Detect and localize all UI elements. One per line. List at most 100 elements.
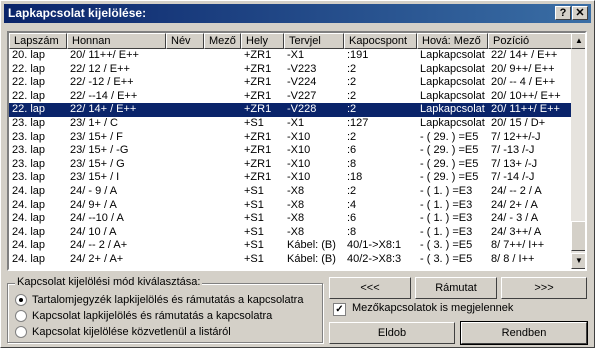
cell-kapocspont: :18	[347, 171, 363, 184]
field-connections-label: Mezőkapcsolatok is megjelennek	[352, 302, 514, 314]
cell-hova-mezo: - ( 29. ) =E5	[420, 171, 479, 184]
eldob-button[interactable]: Eldob	[329, 322, 455, 344]
cell-pozicio: 8/ 7++/ I++	[491, 239, 545, 252]
radio-button[interactable]	[15, 310, 27, 322]
cell-lapszam: 23. lap	[12, 116, 46, 129]
table-row[interactable]: 23. lap 23/ 1+ / C +S1 -X1:127 Lapkapcsolat 2…	[9, 117, 571, 131]
cell-hova-mezo: Lapkapcsolat	[420, 89, 485, 102]
cell-honnan: 23/ 15+ / F	[70, 130, 123, 143]
cell-kapocspont: :2	[347, 89, 357, 102]
column-header-pozicio[interactable]: Pozíció	[488, 33, 573, 49]
cell-hova-mezo: - ( 1. ) =E3	[420, 198, 473, 211]
cell-honnan: 23/ 15+ / -G	[70, 144, 129, 157]
cell-kapocspont: :2	[347, 130, 357, 143]
cell-honnan: 22/ --14 / E++	[70, 89, 138, 102]
column-header-tervjel[interactable]: Tervjel	[284, 33, 344, 49]
cell-kapocspont: :2	[347, 184, 357, 197]
cell-honnan: 20/ 11++/ E++	[70, 49, 139, 61]
dialog-window: Lapkapcsolat kijelölése: ? ✕ Lapszám Honn…	[0, 0, 595, 348]
cell-tervjel: -X10	[287, 130, 311, 143]
cell-honnan: 22/ -12 / E++	[70, 76, 134, 89]
mode-option-label: Kapcsolat lapkijelölés és rámutatás a ka…	[32, 310, 273, 322]
scroll-thumb[interactable]	[571, 221, 585, 251]
cell-hova-mezo: - ( 3. ) =E5	[420, 252, 473, 265]
cell-lapszam: 24. lap	[12, 212, 46, 225]
help-button[interactable]: ?	[555, 6, 571, 20]
table-row[interactable]: 22. lap 22/ -12 / E++ +ZR1 -V224:2 Lapkapcso…	[9, 76, 571, 90]
table-row[interactable]: 22. lap 22/ 14+ / E++ +ZR1 -V228:2 Lapkapcso…	[9, 103, 571, 117]
cell-hova-mezo: - ( 3. ) =E5	[420, 239, 473, 252]
cell-kapocspont: :6	[347, 144, 357, 157]
table-row[interactable]: 24. lap 24/ -- 2 / A+ +S1 Kábel: (B) 40/1->X…	[9, 239, 571, 253]
mode-group: Kapcsolat kijelölési mód kiválasztása: T…	[7, 276, 323, 343]
cell-honnan: 23/ 15+ / I	[70, 171, 120, 184]
table-row[interactable]: 20. lap 20/ 11++/ E++ +ZR1 -X1:191 Lapkapcso…	[9, 49, 571, 63]
close-button[interactable]: ✕	[572, 6, 588, 20]
table-row[interactable]: 24. lap 24/ 2+ / A+ +S1 Kábel: (B) 40/2->X8:…	[9, 253, 571, 267]
ramutat-button[interactable]: Rámutat	[415, 277, 497, 299]
cell-hova-mezo: - ( 29. ) =E5	[420, 144, 479, 157]
cell-hely: +ZR1	[244, 49, 272, 61]
column-header-hova-mezo[interactable]: Hová: Mező	[417, 33, 488, 49]
table-row[interactable]: 24. lap 24/ 9+ / A +S1 -X8:4 - ( 1. ) =E3 24/…	[9, 199, 571, 213]
table-row[interactable]: 23. lap 23/ 15+ / G +ZR1 -X10:8 - ( 29. ) =E…	[9, 158, 571, 172]
column-header-kapocspont[interactable]: Kapocspont	[344, 33, 417, 49]
cell-hely: +S1	[244, 212, 264, 225]
table-row[interactable]: 22. lap 22/ 12 / E++ +ZR1 -V223:2 Lapkapcsol…	[9, 63, 571, 77]
cell-kapocspont: :8	[347, 225, 357, 238]
rendben-button[interactable]: Rendben	[460, 321, 588, 345]
cell-tervjel: -X1	[287, 116, 305, 129]
scroll-down-button[interactable]: ▼	[571, 253, 585, 269]
cell-hova-mezo: Lapkapcsolat	[420, 49, 485, 61]
cell-pozicio: 20/ 15 / D+	[491, 116, 546, 129]
cell-hely: +S1	[244, 198, 264, 211]
cell-lapszam: 24. lap	[12, 225, 46, 238]
cell-kapocspont: :127	[347, 116, 369, 129]
column-header-hely[interactable]: Hely	[241, 33, 284, 49]
cell-tervjel: -X10	[287, 144, 311, 157]
cell-kapocspont: 40/2->X8:3	[347, 252, 402, 265]
cell-pozicio: 7/ -14 /-J	[491, 171, 535, 184]
table-row[interactable]: 23. lap 23/ 15+ / -G +ZR1 -X10:6 - ( 29. ) =…	[9, 144, 571, 158]
cell-hova-mezo: - ( 29. ) =E5	[420, 130, 479, 143]
table-row[interactable]: 22. lap 22/ --14 / E++ +ZR1 -V227:2 Lapkapcs…	[9, 90, 571, 104]
scroll-up-button[interactable]: ▲	[571, 33, 585, 49]
cell-honnan: 22/ 14+ / E++	[70, 103, 137, 116]
cell-honnan: 23/ 1+ / C	[70, 116, 119, 129]
column-header-mezo[interactable]: Mező	[204, 33, 241, 49]
cell-pozicio: 7/ 13+ /-J	[491, 157, 538, 170]
radio-button[interactable]	[15, 294, 27, 306]
cell-tervjel: -X10	[287, 157, 311, 170]
next-button[interactable]: >>>	[501, 277, 587, 299]
connection-list[interactable]: Lapszám Honnan Név Mező Hely Tervjel Kapocspon…	[7, 31, 587, 271]
mode-option-label: Kapcsolat kijelölése közvetlenül a listá…	[32, 326, 231, 338]
table-row[interactable]: 24. lap 24/ - 9 / A +S1 -X8:2 - ( 1. ) =E3 24…	[9, 185, 571, 199]
column-header-lapszam[interactable]: Lapszám	[9, 33, 67, 49]
cell-tervjel: -V227	[287, 89, 317, 102]
cell-hova-mezo: - ( 1. ) =E3	[420, 212, 473, 225]
title-bar: Lapkapcsolat kijelölése: ? ✕	[4, 4, 591, 23]
cell-hova-mezo: - ( 1. ) =E3	[420, 184, 473, 197]
previous-button[interactable]: <<<	[329, 277, 411, 299]
table-row[interactable]: 24. lap 24/ --10 / A +S1 -X8:6 - ( 1. ) =E3 2…	[9, 212, 571, 226]
column-header-nev[interactable]: Név	[166, 33, 204, 49]
cell-kapocspont: 40/1->X8:1	[347, 239, 402, 252]
field-connections-checkbox[interactable]: ✓	[333, 303, 346, 316]
cell-kapocspont: :2	[347, 103, 357, 116]
cell-tervjel: -X8	[287, 212, 305, 225]
radio-button[interactable]	[15, 326, 27, 338]
cell-pozicio: 22/ 14+ / E++	[491, 49, 558, 61]
cell-tervjel: Kábel: (B)	[287, 252, 336, 265]
table-row[interactable]: 23. lap 23/ 15+ / I +ZR1 -X10:18 - ( 29. ) =…	[9, 171, 571, 185]
cell-kapocspont: :8	[347, 157, 357, 170]
cell-hely: +ZR1	[244, 76, 272, 89]
cell-hely: +S1	[244, 239, 264, 252]
column-header-honnan[interactable]: Honnan	[67, 33, 166, 49]
window-title: Lapkapcsolat kijelölése:	[8, 6, 147, 20]
table-row[interactable]: 23. lap 23/ 15+ / F +ZR1 -X10:2 - ( 29. ) =E…	[9, 131, 571, 145]
cell-hely: +ZR1	[244, 157, 272, 170]
table-row[interactable]: 24. lap 24/ 10 / A +S1 -X8:8 - ( 1. ) =E3 24/…	[9, 226, 571, 240]
cell-hely: +ZR1	[244, 171, 272, 184]
cell-honnan: 23/ 15+ / G	[70, 157, 125, 170]
vertical-scrollbar[interactable]: ▲ ▼	[571, 33, 585, 269]
